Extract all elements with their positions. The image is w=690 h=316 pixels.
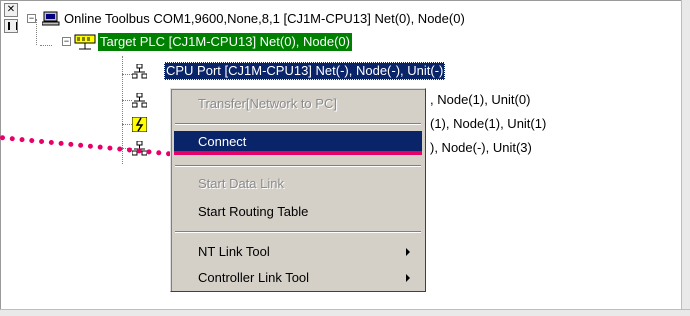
menu-item-connect[interactable]: Connect — [174, 131, 422, 153]
menu-separator — [175, 231, 421, 233]
pin-pane-button[interactable] — [4, 19, 18, 33]
tree-line — [122, 124, 132, 125]
scrollbar-bottom[interactable] — [0, 309, 690, 316]
collapse-toggle[interactable]: − — [62, 37, 71, 46]
tree-line — [122, 74, 132, 75]
network-port-icon — [132, 64, 147, 79]
menu-item-start-data-link[interactable]: Start Data Link — [174, 173, 422, 195]
collapse-toggle[interactable]: − — [27, 14, 36, 23]
tree-line — [122, 100, 132, 101]
menu-item-nt-link-tool[interactable]: NT Link Tool — [174, 241, 422, 263]
menu-separator — [175, 165, 421, 167]
close-pane-button[interactable]: ✕ — [4, 3, 18, 17]
scrollbar-right[interactable] — [681, 0, 690, 316]
submenu-arrow-icon — [406, 248, 410, 256]
network-port-icon — [132, 93, 147, 108]
tree-line — [40, 45, 52, 46]
network-port-warning-icon — [132, 117, 147, 132]
plc-icon — [74, 34, 96, 50]
computer-icon — [42, 11, 60, 26]
context-menu: Transfer[Network to PC] Connect Start Da… — [170, 88, 426, 292]
menu-item-controller-link-tool[interactable]: Controller Link Tool — [174, 267, 422, 289]
tree-line — [36, 19, 37, 45]
close-icon: ✕ — [6, 4, 16, 15]
menu-separator — [175, 123, 421, 125]
connect-emphasis-bar — [174, 151, 422, 155]
menu-item-transfer[interactable]: Transfer[Network to PC] — [174, 93, 422, 115]
submenu-arrow-icon — [406, 274, 410, 282]
menu-item-start-routing-table[interactable]: Start Routing Table — [174, 201, 422, 223]
pin-icon — [8, 22, 17, 30]
